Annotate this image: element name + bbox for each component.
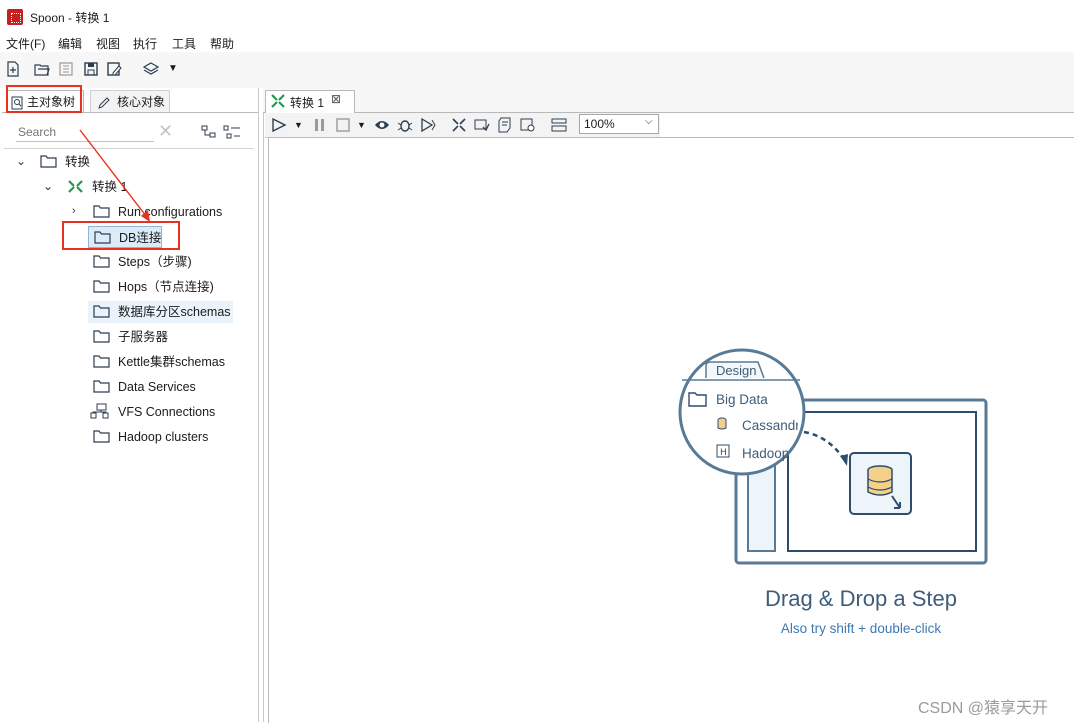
layers-icon[interactable] (142, 61, 160, 77)
folder-icon (93, 305, 110, 318)
editor-tab-strip (263, 88, 1074, 113)
tree-item-hadoop-clusters[interactable]: Hadoop clusters (93, 426, 208, 448)
spoon-app-icon (7, 9, 23, 25)
replay-icon[interactable] (420, 117, 436, 133)
menu-help[interactable]: 帮助 (210, 35, 234, 52)
folder-icon (93, 330, 110, 343)
tree-item-label: Hops（节点连接) (118, 280, 214, 294)
menu-run[interactable]: 执行 (133, 35, 157, 52)
open-folder-icon[interactable] (34, 61, 50, 77)
transformation-icon (270, 93, 286, 109)
tree-item-label: Kettle集群schemas (118, 355, 225, 369)
pencil-icon (97, 95, 111, 109)
folder-icon (93, 380, 110, 393)
stop-dropdown-icon[interactable]: ▼ (357, 117, 373, 133)
cassandra-label: Cassandr (742, 418, 798, 433)
annotation-highlight-tab (6, 85, 82, 113)
preview-eye-icon[interactable] (374, 117, 390, 133)
verify-icon[interactable] (451, 117, 467, 133)
expand-all-icon[interactable] (223, 124, 241, 140)
menu-file[interactable]: 文件(F) (6, 35, 45, 52)
close-tab-icon[interactable]: ⊠ (331, 92, 341, 106)
menu-tools[interactable]: 工具 (172, 35, 196, 52)
sql-icon[interactable] (497, 117, 513, 133)
stop-icon[interactable] (335, 117, 351, 133)
design-tab-label: Design (716, 363, 757, 378)
tree-item-label: Steps（步骤) (118, 255, 192, 269)
hadoop-label: Hadoop (742, 446, 788, 461)
layers-dropdown-icon[interactable]: ▼ (168, 61, 184, 77)
chevron-down-icon[interactable]: ⌄ (16, 154, 26, 168)
tree-item-label: 子服务器 (118, 330, 169, 344)
menu-edit[interactable]: 编辑 (58, 35, 82, 52)
tree-item-cluster-schemas[interactable]: Kettle集群schemas (93, 351, 225, 373)
folder-icon (40, 155, 57, 168)
tab-core-label: 核心对象 (117, 95, 166, 109)
folder-icon (93, 430, 110, 443)
show-results-icon[interactable] (551, 117, 567, 133)
main-toolbar (0, 52, 1074, 88)
folder-icon (93, 255, 110, 268)
chevron-down-icon[interactable]: ⌵ (645, 116, 653, 127)
svg-text:H: H (720, 448, 727, 458)
chevron-down-icon[interactable]: ⌄ (43, 179, 53, 193)
tab-core-objects[interactable]: 核心对象 (90, 90, 170, 112)
explore-repository-icon[interactable] (58, 61, 74, 77)
tree-item-partition-schemas[interactable]: 数据库分区schemas (88, 301, 233, 323)
drag-drop-title: Drag & Drop a Step (765, 586, 957, 611)
new-file-icon[interactable] (5, 61, 21, 77)
tree-item-slave-servers[interactable]: 子服务器 (93, 326, 168, 348)
editor-tab-label: 转换 1 (290, 96, 325, 110)
debug-bug-icon[interactable] (397, 117, 413, 133)
drag-drop-subtitle: Also try shift + double-click (780, 621, 942, 636)
save-icon[interactable] (83, 61, 99, 77)
tree-item-label: 数据库分区schemas (118, 305, 231, 319)
tree-item-label: Hadoop clusters (118, 430, 209, 444)
folder-icon (93, 355, 110, 368)
tree-item-hops[interactable]: Hops（节点连接) (93, 276, 214, 298)
vfs-network-icon (90, 403, 109, 419)
menu-bar (0, 32, 1074, 52)
folder-icon (93, 280, 110, 293)
tree-item-steps[interactable]: Steps（步骤) (93, 251, 192, 273)
tree-item-label: VFS Connections (118, 405, 216, 419)
explore-db-icon[interactable] (520, 117, 536, 133)
save-as-icon[interactable] (106, 61, 122, 77)
title-bar (0, 0, 1074, 32)
pause-icon[interactable] (312, 117, 328, 133)
tree-item-data-services[interactable]: Data Services (93, 376, 196, 398)
watermark: CSDN @猿享天开 (918, 700, 1049, 717)
annotation-arrow (79, 129, 150, 222)
run-icon[interactable] (271, 117, 287, 133)
collapse-all-icon[interactable] (201, 124, 217, 140)
tree-item-vfs-connections[interactable]: VFS Connections (90, 401, 215, 423)
big-data-label: Big Data (716, 392, 768, 407)
window-title: Spoon - 转换 1 (30, 11, 110, 25)
menu-view[interactable]: 视图 (96, 35, 120, 52)
tree-item-label: Data Services (118, 380, 196, 394)
impact-icon[interactable] (474, 117, 490, 133)
drag-drop-illustration: H (678, 348, 988, 565)
run-dropdown-icon[interactable]: ▼ (294, 117, 310, 133)
